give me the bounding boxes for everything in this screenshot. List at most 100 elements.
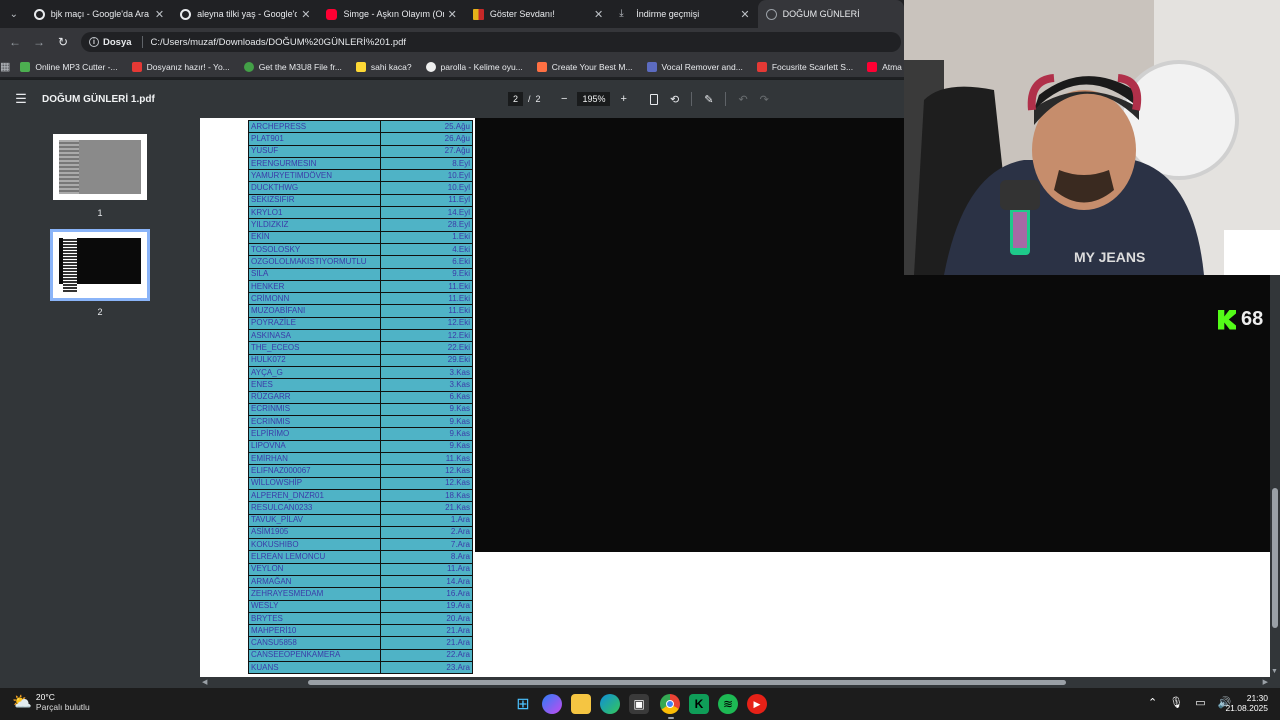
back-arrow-icon[interactable]: ←	[3, 30, 27, 54]
table-row: ZEHRAYESMEDAM 16.Ara	[248, 587, 473, 601]
close-icon[interactable]: ✕	[301, 8, 310, 21]
close-icon[interactable]: ✕	[155, 8, 164, 21]
bookmark[interactable]: Get the M3U8 File fr...	[243, 61, 342, 72]
table-row: ARMAĞAN 14.Ara	[248, 574, 473, 589]
chrome-icon[interactable]	[660, 694, 680, 714]
microphone-icon[interactable]: 🎙	[1169, 696, 1183, 709]
bookmark[interactable]: Online MP3 Cutter -...	[20, 61, 118, 72]
reload-icon[interactable]: ↻	[51, 30, 75, 54]
forward-arrow-icon[interactable]: →	[27, 30, 51, 54]
table-row: YILDIZKIZ 28.Eyl	[248, 218, 473, 232]
horizontal-scrollbar[interactable]: ◀ ▶	[200, 677, 1270, 688]
date-cell: 22.Ara	[380, 648, 473, 663]
edge-icon[interactable]	[600, 694, 620, 714]
file-explorer-icon[interactable]	[571, 694, 591, 714]
bookmark[interactable]: parolla - Kelime oyu...	[425, 61, 523, 72]
username-cell: ELPİRİMO	[248, 427, 381, 441]
zoom-level-input[interactable]: 195%	[577, 92, 611, 106]
date-cell: 18.Kas	[380, 488, 473, 503]
table-row: MAHPERİ10 21.Ara	[248, 624, 473, 638]
google-icon	[33, 8, 45, 20]
date-cell: 19.Ara	[380, 599, 473, 613]
date-cell: 9.Kas	[380, 415, 473, 429]
youtube-icon	[326, 8, 338, 20]
tab-2[interactable]: Simge - Aşkın Olayım (Onurr) ✕	[318, 0, 464, 28]
bookmark[interactable]: Dosyanız hazır! - Yo...	[131, 61, 230, 72]
date-cell: 11.Eki	[380, 292, 473, 306]
table-row: LIPOVNA 9.Kas	[248, 439, 473, 454]
close-icon[interactable]: ✕	[448, 8, 457, 21]
bookmark[interactable]: Vocal Remover and...	[646, 61, 743, 72]
date-cell: 3.Kas	[380, 365, 473, 380]
fit-page-icon[interactable]	[650, 93, 658, 105]
table-row: THE_ECEOS 22.Eki	[248, 341, 473, 355]
page-number-input[interactable]: 2	[508, 92, 524, 106]
page-thumbnail-2[interactable]	[50, 229, 150, 301]
close-icon[interactable]: ✕	[594, 8, 603, 21]
table-row: VEYLON 11.Ara	[248, 562, 473, 576]
scroll-left-icon[interactable]: ◀	[202, 678, 207, 686]
date-cell: 14.Eyl	[380, 206, 473, 220]
username-cell: ZEHRAYESMEDAM	[248, 587, 381, 601]
table-row: KRYLO1 14.Eyl	[248, 206, 473, 220]
date-cell: 16.Ara	[380, 587, 473, 601]
document-title: DOĞUM GÜNLERİ 1.pdf	[42, 93, 155, 105]
zoom-out-icon[interactable]: −	[561, 93, 567, 105]
scroll-right-icon[interactable]: ▶	[1263, 678, 1268, 686]
bookmark[interactable]: Focusrite Scarlett S...	[756, 61, 853, 72]
username-cell: KOKUSHIBO	[248, 538, 381, 552]
tab-3[interactable]: Göster Sevdanı! ✕	[465, 0, 611, 28]
date-cell: 27.Ağu	[380, 144, 473, 158]
apps-grid-icon[interactable]: ▦	[0, 60, 10, 73]
username-cell: ECRINMIS	[248, 402, 381, 417]
scrollbar-thumb[interactable]	[308, 680, 1066, 685]
scrollbar-thumb[interactable]	[1272, 488, 1278, 628]
bookmark[interactable]: sahi kaca?	[355, 61, 412, 72]
date-cell: 21.Ara	[380, 624, 473, 638]
tab-5[interactable]: DOĞUM GÜNLERİ	[757, 0, 904, 28]
table-row: CRİMONN 11.Eki	[248, 292, 473, 306]
bookmarks-bar: ▦ Online MP3 Cutter -... Dosyanız hazır!…	[0, 56, 943, 78]
close-icon[interactable]: ✕	[740, 8, 749, 21]
zoom-controls: − 195% +	[561, 92, 627, 106]
bookmark-icon	[20, 61, 31, 72]
windows-start-icon[interactable]: ⊞	[513, 694, 533, 714]
table-row: ECRINMIS 9.Kas	[248, 402, 473, 417]
url-text[interactable]: C:/Users/muzaf/Downloads/DOĞUM%20GÜNLERİ…	[151, 37, 407, 48]
table-row: ELREAN LEMONCU 8.Ara	[248, 550, 473, 564]
tab-0[interactable]: bjk maçı - Google'da Ara ✕	[26, 0, 172, 28]
username-cell: ASİM1905	[248, 525, 381, 540]
table-row: MUZOABİFANI 11.Eki	[248, 304, 473, 318]
table-row: WİLLOWSHİP 12.Kas	[248, 476, 473, 490]
bookmark[interactable]: Create Your Best M...	[536, 61, 633, 72]
rotate-icon[interactable]: ⟲	[670, 93, 679, 106]
page-thumbnail-1[interactable]	[53, 134, 147, 200]
annotate-icon[interactable]: ✎	[704, 93, 713, 106]
undo-icon[interactable]: ↶	[738, 93, 747, 106]
menu-icon[interactable]: ☰	[0, 91, 42, 107]
weather-widget[interactable]: ⛅ 20°C Parçalı bulutlu	[12, 692, 90, 712]
username-cell: KUANS	[248, 661, 381, 675]
scroll-down-icon[interactable]: ▼	[1271, 668, 1278, 675]
tab-search-chevron-icon[interactable]: ⌄	[2, 3, 26, 25]
chevron-up-icon[interactable]: ⌃	[1148, 696, 1157, 709]
tab-1[interactable]: aleyna tilki yaş - Google'da Ara✕	[172, 0, 318, 28]
redo-icon[interactable]: ↷	[760, 93, 769, 106]
media-player-icon[interactable]: ▶	[747, 694, 767, 714]
display-icon[interactable]: ▭	[1195, 696, 1205, 709]
store-icon[interactable]: ▣	[629, 694, 649, 714]
username-cell: WESLY	[248, 599, 381, 613]
copilot-icon[interactable]	[542, 694, 562, 714]
omnibox[interactable]: i Dosya C:/Users/muzaf/Downloads/DOĞUM%20…	[81, 32, 901, 52]
site-info-chip[interactable]: i Dosya	[89, 37, 132, 48]
kick-viewer-overlay: 68	[1218, 308, 1263, 331]
kick-app-icon[interactable]: K	[689, 694, 709, 714]
zoom-in-icon[interactable]: +	[620, 93, 626, 105]
clock[interactable]: 21:30 21.08.2025	[1225, 693, 1268, 713]
spotify-icon[interactable]: ≋	[718, 694, 738, 714]
globe-icon	[765, 8, 777, 20]
username-cell: ELREAN LEMONCU	[248, 550, 381, 564]
date-cell: 26.Ağu	[380, 132, 473, 146]
tab-4[interactable]: ⤓ İndirme geçmişi ✕	[611, 0, 757, 28]
table-row: YUSUF 27.Ağu	[248, 144, 473, 158]
